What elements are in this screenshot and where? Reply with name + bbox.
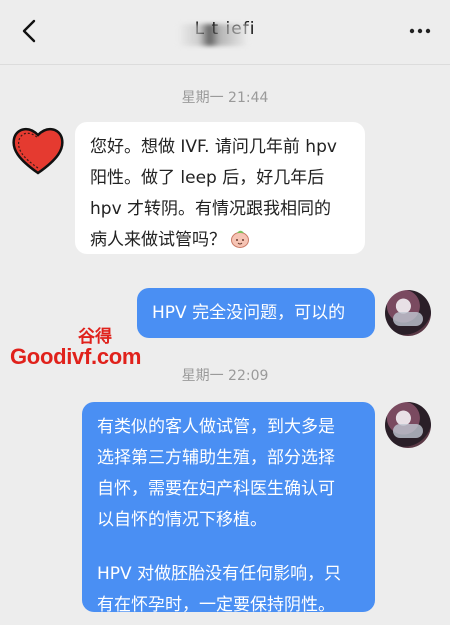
message-line: 以自怀的情况下移植。: [97, 510, 267, 530]
top-bar: L t iefi: [0, 0, 450, 65]
smiling-face-emoji: [231, 230, 249, 248]
message-line: 有在怀孕时，一定要保持阴性。: [97, 595, 335, 615]
message-line: HPV 对做胚胎没有任何影响，只: [97, 564, 342, 584]
timestamp: 星期一 21:44: [181, 90, 269, 106]
message-line: 您好。想做 IVF. 请问几年前 hpv: [90, 137, 337, 157]
message-line: 有类似的客人做试管，到大多是: [97, 417, 335, 437]
message-line: hpv 才转阴。有情况跟我相同的: [90, 199, 332, 219]
message-line: 病人来做试管吗？: [90, 225, 350, 256]
more-dots-icon[interactable]: [408, 24, 432, 38]
user-avatar[interactable]: [385, 402, 431, 448]
title-blur-mask: [178, 24, 248, 46]
message-line: 阳性。做了 leep 后，好几年后: [90, 168, 325, 188]
heart-avatar[interactable]: [10, 123, 66, 179]
message-line: 自怀，需要在妇产科医生确认可: [97, 479, 335, 499]
user-avatar[interactable]: [385, 290, 431, 336]
incoming-message-bubble[interactable]: 您好。想做 IVF. 请问几年前 hpv 阳性。做了 leep 后，好几年后 h…: [75, 122, 365, 254]
message-line: 选择第三方辅助生殖，部分选择: [97, 448, 335, 468]
timestamp: 星期一 22:09: [181, 368, 269, 384]
outgoing-message-bubble[interactable]: 有类似的客人做试管，到大多是 选择第三方辅助生殖，部分选择 自怀，需要在妇产科医…: [82, 402, 375, 615]
